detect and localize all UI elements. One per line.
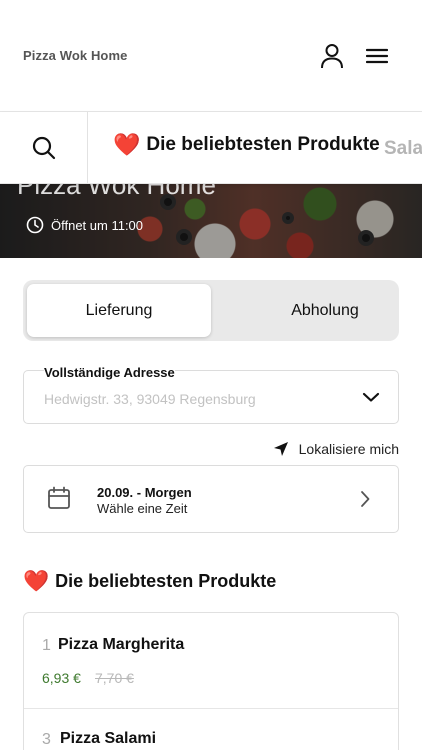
olive-decoration bbox=[176, 229, 192, 245]
product-rank: 3 bbox=[42, 731, 51, 748]
product-name: Pizza Salami bbox=[60, 730, 157, 747]
category-tab-label: Die beliebtesten Produkte bbox=[146, 134, 380, 155]
delivery-time-picker[interactable]: 20.09. - Morgen Wähle eine Zeit bbox=[23, 465, 399, 533]
hero-title: Pizza Wok Home bbox=[17, 184, 216, 200]
delivery-option[interactable]: Lieferung bbox=[27, 284, 211, 337]
olive-decoration bbox=[282, 212, 294, 224]
product-old-price: 7,70 € bbox=[95, 670, 134, 686]
pickup-option[interactable]: Abholung bbox=[233, 284, 417, 337]
category-bar: ❤️ Die beliebtesten Produkte Salat bbox=[0, 112, 422, 184]
hamburger-menu-icon bbox=[366, 48, 388, 64]
category-tab-salat[interactable]: Salat bbox=[384, 138, 422, 160]
locate-me-button[interactable]: Lokalisiere mich bbox=[273, 441, 399, 457]
section-heading-label: Die beliebtesten Produkte bbox=[55, 571, 277, 591]
heart-icon: ❤️ bbox=[23, 570, 50, 593]
menu-button[interactable] bbox=[362, 40, 392, 72]
product-list: 1 Pizza Margherita 6,93 € 7,70 € 3 Pizza… bbox=[23, 612, 399, 750]
address-input[interactable] bbox=[44, 391, 344, 407]
address-field[interactable]: Vollständige Adresse bbox=[23, 365, 399, 424]
opening-status: Öffnet um 11:00 bbox=[26, 216, 143, 234]
chevron-right-icon bbox=[361, 491, 370, 507]
user-icon bbox=[321, 44, 343, 69]
calendar-icon bbox=[48, 486, 70, 509]
hero-banner: Pizza Wok Home Öffnet um 11:00 bbox=[0, 184, 422, 258]
olive-decoration bbox=[358, 230, 374, 246]
product-rank: 1 bbox=[42, 637, 51, 654]
delivery-date: 20.09. - Morgen bbox=[97, 485, 192, 500]
search-button[interactable] bbox=[0, 112, 88, 183]
section-heading-popular: ❤️ Die beliebtesten Produkte bbox=[23, 571, 276, 592]
clock-icon bbox=[26, 216, 44, 234]
account-button[interactable] bbox=[316, 40, 348, 72]
locate-me-label: Lokalisiere mich bbox=[298, 441, 399, 457]
heart-icon: ❤️ bbox=[113, 132, 141, 157]
chevron-down-icon[interactable] bbox=[362, 391, 380, 403]
location-arrow-icon bbox=[273, 442, 288, 456]
category-tab-popular[interactable]: ❤️ Die beliebtesten Produkte bbox=[113, 134, 380, 156]
product-price: 6,93 € bbox=[42, 670, 81, 686]
brand-name[interactable]: Pizza Wok Home bbox=[23, 48, 127, 63]
product-card[interactable]: 3 Pizza Salami bbox=[24, 709, 398, 750]
opening-status-text: Öffnet um 11:00 bbox=[51, 217, 144, 233]
product-name: Pizza Margherita bbox=[58, 636, 185, 653]
product-card[interactable]: 1 Pizza Margherita 6,93 € 7,70 € bbox=[24, 613, 398, 709]
order-mode-toggle: Lieferung Abholung bbox=[23, 280, 399, 341]
address-label: Vollständige Adresse bbox=[44, 365, 175, 380]
app-header: Pizza Wok Home bbox=[0, 0, 422, 112]
delivery-time-hint: Wähle eine Zeit bbox=[97, 501, 188, 516]
search-icon bbox=[32, 136, 55, 159]
